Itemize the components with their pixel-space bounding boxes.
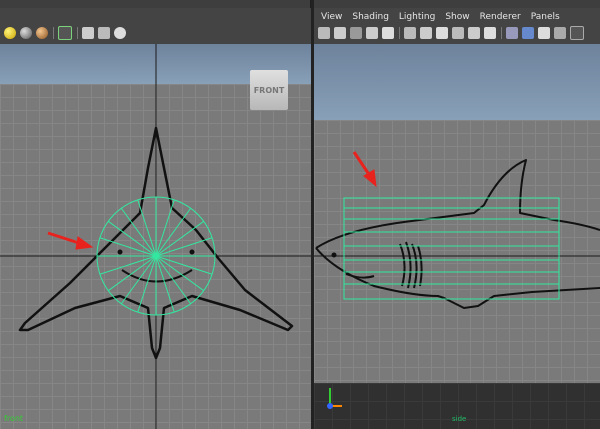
shark-side-outline	[315, 159, 600, 309]
front-scene	[0, 44, 311, 429]
wireframe-spoke	[99, 255, 157, 275]
shark-mouth-line	[121, 269, 193, 283]
left-top-strip	[0, 0, 310, 8]
side-scene	[314, 151, 600, 309]
wireframe-spoke	[155, 237, 213, 257]
shark-left-eye	[117, 249, 123, 255]
wireframe-spoke	[155, 255, 192, 305]
red-arrow-right	[352, 151, 377, 188]
wireframe-spoke	[155, 255, 213, 275]
wireframe-spoke	[155, 199, 175, 257]
front-viewport[interactable]: FRONT front	[0, 8, 311, 429]
wireframe-spoke	[155, 255, 175, 313]
shark-side-eye	[331, 252, 337, 258]
axis-gizmo	[327, 388, 342, 409]
wireframe-spoke	[120, 255, 157, 305]
shark-right-eye	[189, 249, 195, 255]
shark-gills	[399, 241, 423, 289]
wireframe-spoke	[155, 207, 192, 257]
wireframe-spoke	[99, 237, 157, 257]
wireframe-spoke	[137, 255, 157, 313]
shark-mouth-side	[345, 273, 375, 279]
red-arrow-left	[47, 231, 94, 250]
camera-label-front: front	[4, 414, 24, 423]
right-top-strip	[314, 0, 600, 8]
side-viewport[interactable]: View Shading Lighting Show Renderer Pane…	[314, 8, 600, 429]
camera-label-side: side	[452, 415, 467, 423]
wireframe-spoke	[137, 199, 157, 257]
wireframe-spoke	[155, 255, 205, 292]
cylinder-wireframe-side	[343, 197, 560, 300]
wireframe-spoke	[155, 220, 205, 257]
wireframe-spoke	[107, 255, 157, 292]
